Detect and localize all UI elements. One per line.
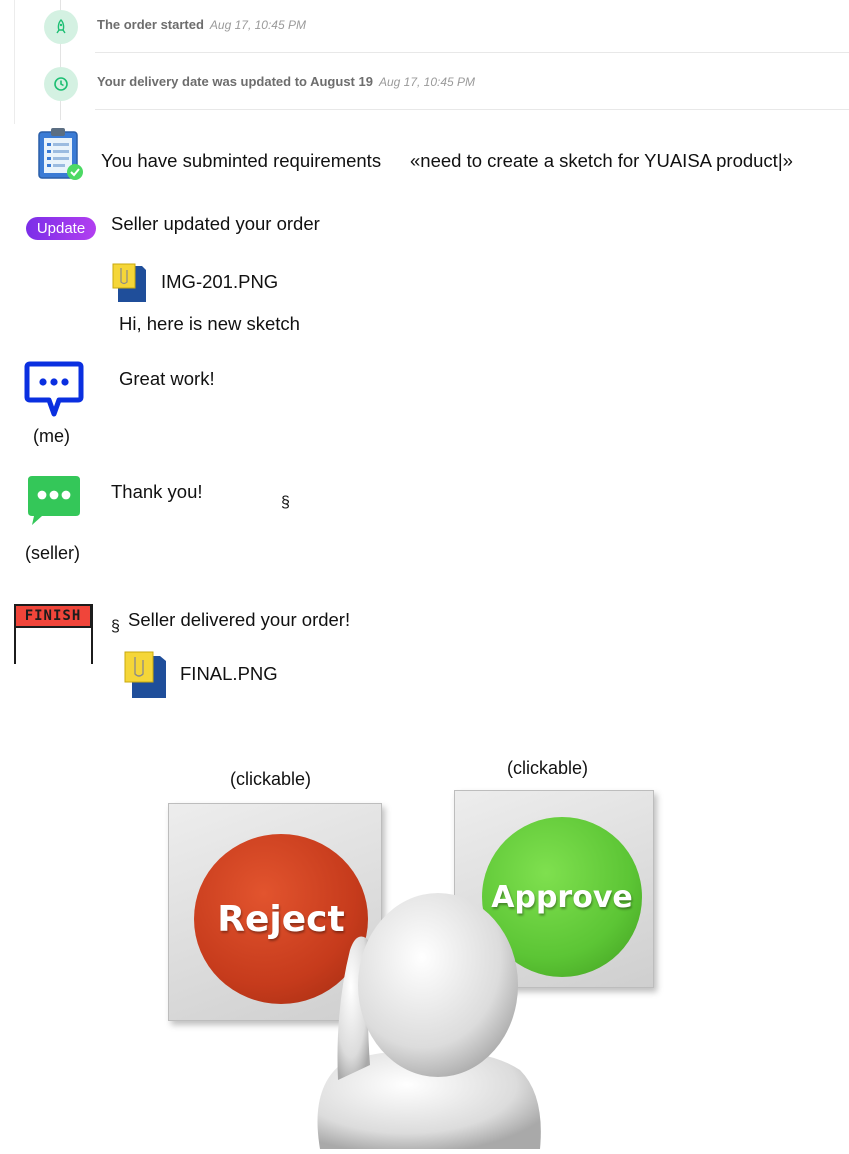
section-mark: § <box>281 494 290 511</box>
timeline-time: Aug 17, 10:45 PM <box>209 18 306 32</box>
sender-caption: (me) <box>33 426 70 446</box>
divider <box>95 109 849 110</box>
image-file-icon <box>122 650 170 700</box>
delivery-text: Seller delivered your order! <box>128 609 351 630</box>
thinking-figure <box>300 890 560 1149</box>
divider <box>95 52 849 53</box>
seller-message: Thank you! <box>111 481 203 502</box>
my-message: Great work! <box>119 368 215 389</box>
chat-bubble-icon <box>24 360 84 418</box>
timeline-text: The order started <box>97 17 204 32</box>
chat-bubble-icon <box>26 474 82 526</box>
sender-caption: (seller) <box>25 543 81 563</box>
update-text: Seller updated your order <box>111 213 320 234</box>
timeline-text: Your delivery date was updated to August… <box>97 74 373 89</box>
timeline-time: Aug 17, 10:45 PM <box>378 75 476 89</box>
reject-caption: (clickable) <box>230 769 312 789</box>
requirements-quote: «need to create a sketch for YUAISA prod… <box>410 150 793 171</box>
update-badge: Update <box>26 217 96 240</box>
attachment-filename[interactable]: FINAL.PNG <box>180 663 278 685</box>
attachment-filename[interactable]: IMG-201.PNG <box>161 271 278 293</box>
image-file-icon <box>110 262 150 304</box>
clock-icon <box>44 67 78 101</box>
clipboard-icon <box>36 126 86 182</box>
approve-caption: (clickable) <box>507 758 589 778</box>
requirements-text: You have subminted requirements <box>101 150 382 171</box>
update-message: Hi, here is new sketch <box>119 313 300 334</box>
finish-badge: FINISH <box>14 604 92 628</box>
finish-flag-icon: FINISH <box>14 604 94 664</box>
panel-edge <box>0 0 15 124</box>
section-mark: § <box>111 618 120 635</box>
rocket-icon <box>44 10 78 44</box>
